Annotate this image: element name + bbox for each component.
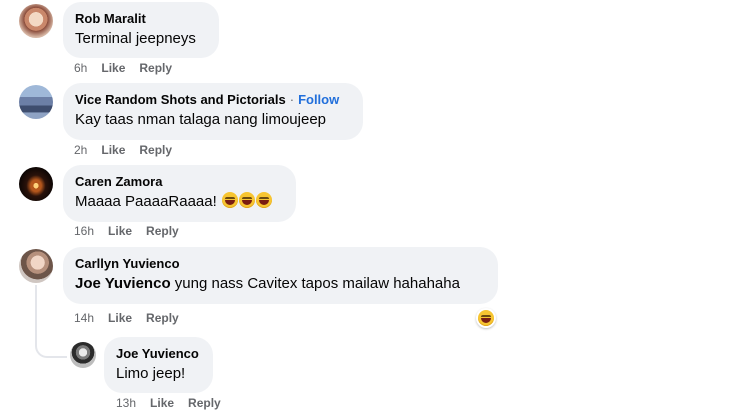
comment-actions: 13h Like Reply xyxy=(116,396,235,410)
comment-bubble: Vice Random Shots and Pictorials · Follow … xyxy=(63,83,363,140)
follow-button[interactable]: Follow xyxy=(298,92,339,107)
reply-button[interactable]: Reply xyxy=(139,143,172,157)
comment-actions: 2h Like Reply xyxy=(74,143,186,157)
comment-author[interactable]: Caren Zamora xyxy=(75,173,284,190)
reply-button[interactable]: Reply xyxy=(146,224,179,238)
comment-bubble: Carllyn Yuvienco Joe Yuvienco yung nass … xyxy=(63,247,498,304)
thread-connector xyxy=(35,285,37,337)
comment-text: Maaaa PaaaaRaaaa! xyxy=(75,193,217,210)
like-button[interactable]: Like xyxy=(101,61,125,75)
comment-bubble: Joe Yuvienco Limo jeep! xyxy=(104,337,213,393)
laughing-face-icon xyxy=(238,192,255,208)
comment-text-line: Joe Yuvienco yung nass Cavitex tapos mai… xyxy=(75,274,486,294)
thread-connector-curve xyxy=(35,336,67,358)
comment-actions: 16h Like Reply xyxy=(74,224,193,238)
comment-text-line: Maaaa PaaaaRaaaa! xyxy=(75,192,284,212)
reply-button[interactable]: Reply xyxy=(188,396,221,410)
comment-author[interactable]: Carllyn Yuvienco xyxy=(75,255,486,272)
comment-time[interactable]: 13h xyxy=(116,396,136,410)
comment-author[interactable]: Rob Maralit xyxy=(75,10,207,27)
laughing-face-icon xyxy=(255,192,272,208)
comment-bubble: Rob Maralit Terminal jeepneys xyxy=(63,2,219,58)
reaction-badge[interactable] xyxy=(476,308,496,328)
comment-author[interactable]: Vice Random Shots and Pictorials xyxy=(75,92,286,107)
avatar[interactable] xyxy=(19,167,53,201)
like-button[interactable]: Like xyxy=(101,143,125,157)
avatar[interactable] xyxy=(19,85,53,119)
avatar[interactable] xyxy=(19,4,53,38)
comment-author-line: Vice Random Shots and Pictorials · Follow xyxy=(75,91,351,108)
comment-time[interactable]: 14h xyxy=(74,311,94,325)
comment-text: Kay taas nman talaga nang limoujeep xyxy=(75,111,327,128)
like-button[interactable]: Like xyxy=(108,224,132,238)
comment-text: Terminal jeepneys xyxy=(75,30,196,47)
like-button[interactable]: Like xyxy=(150,396,174,410)
like-button[interactable]: Like xyxy=(108,311,132,325)
reply-button[interactable]: Reply xyxy=(139,61,172,75)
comment-bubble: Caren Zamora Maaaa PaaaaRaaaa! xyxy=(63,165,296,222)
laughing-face-icon xyxy=(478,310,494,326)
avatar[interactable] xyxy=(70,342,96,368)
separator-dot: · xyxy=(289,92,295,107)
laughing-face-icon xyxy=(221,192,238,208)
comment-time[interactable]: 2h xyxy=(74,143,87,157)
comment-text: Limo jeep! xyxy=(116,365,186,382)
comment-actions: 14h Like Reply xyxy=(74,311,193,325)
reply-button[interactable]: Reply xyxy=(146,311,179,325)
comment-author[interactable]: Joe Yuvienco xyxy=(116,345,201,362)
avatar[interactable] xyxy=(19,249,53,283)
comment-actions: 6h Like Reply xyxy=(74,61,186,75)
comment-time[interactable]: 6h xyxy=(74,61,87,75)
comment-text: yung nass Cavitex tapos mailaw hahahaha xyxy=(174,275,460,292)
mention-link[interactable]: Joe Yuvienco xyxy=(75,275,171,292)
comment-time[interactable]: 16h xyxy=(74,224,94,238)
